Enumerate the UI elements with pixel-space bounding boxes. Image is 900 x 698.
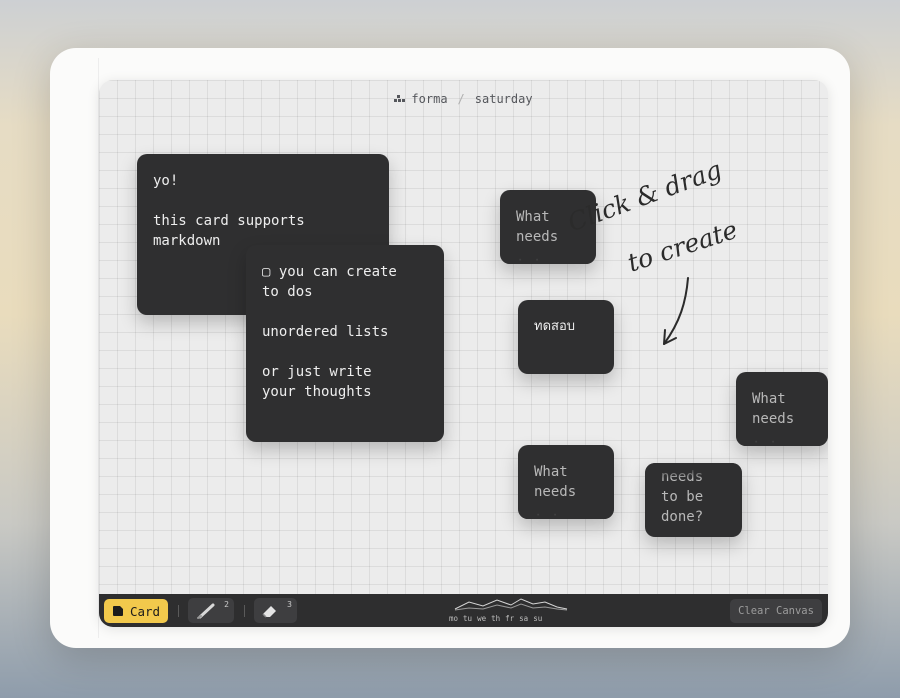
- card-tool-label: Card: [129, 603, 161, 619]
- day-label: sa: [519, 614, 529, 623]
- card-small-bottom[interactable]: What needs . .: [518, 445, 614, 519]
- card-thai[interactable]: ทดสอบ: [518, 300, 614, 374]
- weekday-labels: mo tu we th fr sa su: [449, 614, 542, 623]
- card-icon: [112, 606, 123, 616]
- eraser-icon: [262, 606, 276, 618]
- pen-tool-badge: 2: [224, 600, 229, 609]
- card-tool-button[interactable]: Card: [104, 599, 168, 623]
- forma-logo-icon: [394, 94, 406, 102]
- breadcrumb-app[interactable]: forma: [411, 92, 447, 106]
- pen-icon: [197, 603, 215, 619]
- toolbar-divider: [178, 605, 179, 617]
- day-label: th: [491, 614, 501, 623]
- day-label: we: [477, 614, 487, 623]
- card-small-done[interactable]: needs to be done?: [645, 463, 742, 537]
- canvas[interactable]: forma / saturday yo! this card supports …: [99, 80, 828, 627]
- day-label: su: [533, 614, 543, 623]
- eraser-tool-badge: 3: [287, 600, 292, 609]
- breadcrumb-separator: /: [457, 92, 465, 106]
- day-label: fr: [505, 614, 515, 623]
- activity-sparkline: [454, 598, 568, 611]
- day-label: tu: [463, 614, 473, 623]
- breadcrumb-page[interactable]: saturday: [475, 92, 533, 106]
- card-features[interactable]: ▢ you can create to dos unordered lists …: [246, 245, 444, 442]
- breadcrumb: forma / saturday: [99, 92, 828, 106]
- pen-tool-button[interactable]: 2: [188, 598, 234, 623]
- eraser-tool-button[interactable]: 3: [254, 598, 297, 623]
- card-small-top[interactable]: What needs . .: [500, 190, 596, 264]
- card-small-right[interactable]: What needs . .: [736, 372, 828, 446]
- day-label: mo: [449, 614, 459, 623]
- clear-canvas-button[interactable]: Clear Canvas: [730, 599, 822, 623]
- toolbar: Card 2 3 mo tu we th fr sa su Clear Canv…: [99, 594, 828, 627]
- toolbar-divider: [244, 605, 245, 617]
